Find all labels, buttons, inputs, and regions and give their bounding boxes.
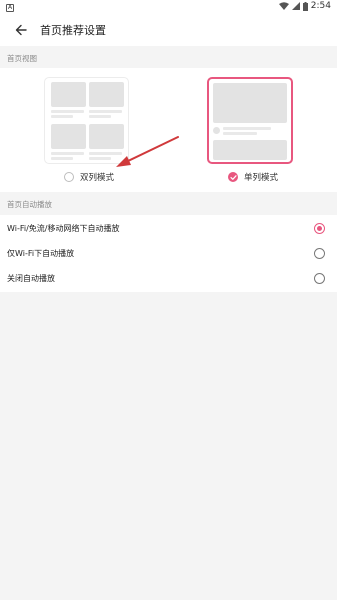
radio-unchecked[interactable] [314,248,325,259]
autoplay-option-label: Wi-Fi/免流/移动网络下自动播放 [7,224,120,233]
single-column-option[interactable]: 单列模式 [228,171,278,183]
preview-card-line [51,157,73,160]
preview-card-line [89,157,111,160]
preview-card-image [89,82,124,107]
notification-icon: A [6,4,14,12]
radio-checked[interactable] [228,172,238,182]
preview-card-line [223,132,257,135]
preview-card-image [89,124,124,149]
double-column-option[interactable]: 双列模式 [64,171,114,183]
radio-dot [317,226,322,231]
preview-card-image [51,82,86,107]
view-mode-panel: 双列模式 单列模式 [0,68,337,192]
checkmark-icon [229,174,237,180]
preview-card-image [213,140,287,160]
signal-icon [291,2,300,10]
battery-icon [302,1,308,11]
app-bar: 首页推荐设置 [0,14,337,46]
preview-card-line [51,110,84,113]
autoplay-option-off[interactable]: 关闭自动播放 [0,266,337,291]
preview-card-image [51,124,86,149]
single-column-preview[interactable] [207,77,293,164]
autoplay-option-all-networks[interactable]: Wi-Fi/免流/移动网络下自动播放 [0,216,337,241]
preview-card-line [51,152,84,155]
autoplay-options-list: Wi-Fi/免流/移动网络下自动播放 仅Wi-Fi下自动播放 关闭自动播放 [0,215,337,292]
autoplay-option-label: 关闭自动播放 [7,274,55,283]
radio-unchecked[interactable] [64,172,74,182]
status-bar: A 2:54 [0,0,337,14]
double-column-preview[interactable] [44,77,129,164]
single-column-label: 单列模式 [244,173,279,183]
preview-card-line [89,110,122,113]
double-column-label: 双列模式 [80,173,115,183]
back-button[interactable] [10,19,32,41]
status-time: 2:54 [310,1,331,11]
radio-checked[interactable] [314,223,325,234]
section-header-autoplay: 首页自动播放 [0,194,337,214]
page-title: 首页推荐设置 [40,24,106,37]
radio-unchecked[interactable] [314,273,325,284]
wifi-icon [278,2,289,10]
autoplay-option-label: 仅Wi-Fi下自动播放 [7,249,75,258]
preview-card-line [89,152,122,155]
autoplay-option-wifi-only[interactable]: 仅Wi-Fi下自动播放 [0,241,337,266]
preview-card-line [51,115,73,118]
preview-card-image [213,83,287,123]
arrow-left-icon [15,24,27,36]
section-header-view: 首页视图 [0,48,337,68]
preview-avatar [213,127,220,134]
preview-card-line [89,115,111,118]
preview-card-line [223,127,271,130]
